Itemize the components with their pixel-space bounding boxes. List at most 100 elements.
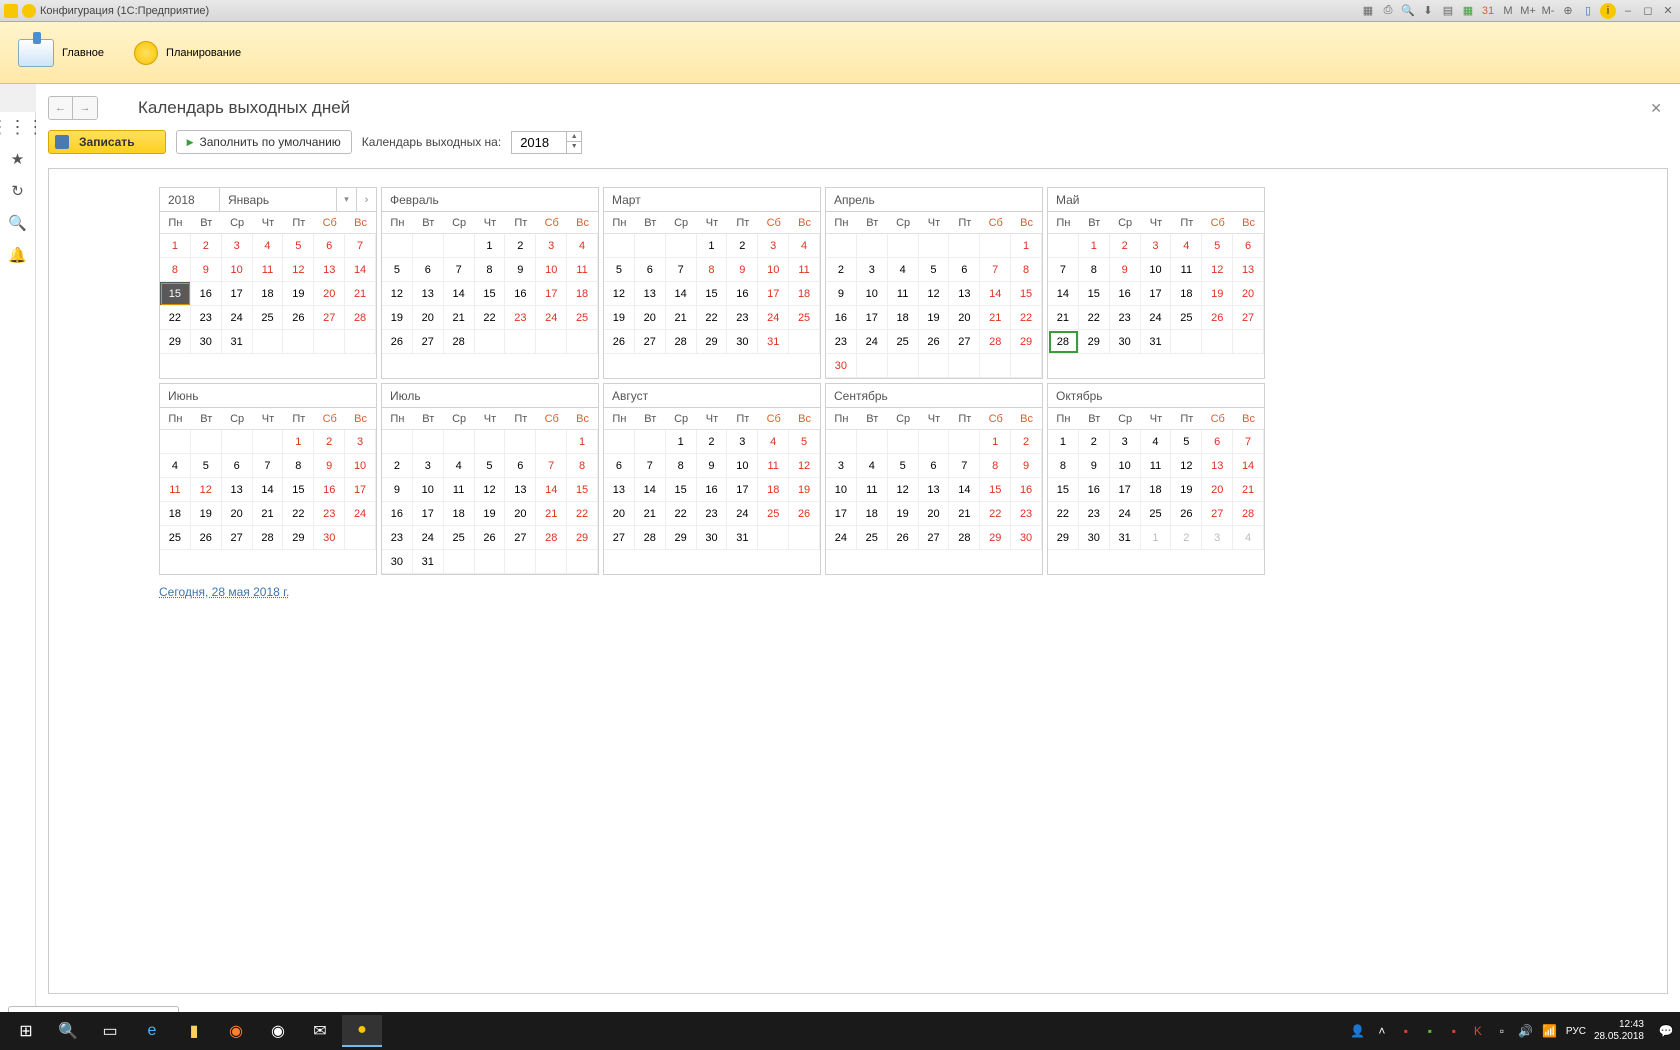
day-cell[interactable]: 16 <box>314 478 345 502</box>
volume-icon[interactable]: 🔊 <box>1518 1023 1534 1039</box>
tray-app3-icon[interactable]: ▪ <box>1446 1023 1462 1039</box>
day-cell[interactable]: 25 <box>789 306 820 330</box>
day-cell[interactable]: 18 <box>857 502 888 526</box>
day-cell[interactable] <box>666 234 697 258</box>
day-cell[interactable]: 30 <box>1011 526 1042 550</box>
day-cell[interactable]: 13 <box>1202 454 1233 478</box>
day-cell[interactable]: 9 <box>727 258 758 282</box>
day-cell[interactable]: 11 <box>789 258 820 282</box>
day-cell[interactable]: 10 <box>345 454 376 478</box>
day-cell[interactable]: 16 <box>1110 282 1141 306</box>
day-cell[interactable]: 30 <box>697 526 728 550</box>
day-cell[interactable] <box>160 430 191 454</box>
day-cell[interactable] <box>919 234 950 258</box>
day-cell[interactable]: 14 <box>666 282 697 306</box>
day-cell[interactable]: 14 <box>253 478 284 502</box>
1c-taskbar-icon[interactable]: ● <box>342 1015 382 1047</box>
day-cell[interactable]: 21 <box>444 306 475 330</box>
day-cell[interactable]: 14 <box>1233 454 1264 478</box>
day-cell[interactable]: 12 <box>382 282 413 306</box>
day-cell[interactable] <box>253 330 284 354</box>
day-cell[interactable]: 1 <box>666 430 697 454</box>
search-icon[interactable]: 🔍 <box>9 214 27 232</box>
day-cell[interactable]: 20 <box>505 502 536 526</box>
day-cell[interactable]: 12 <box>191 478 222 502</box>
back-button[interactable]: ← <box>49 97 73 119</box>
day-cell[interactable]: 22 <box>1011 306 1042 330</box>
day-cell[interactable]: 17 <box>826 502 857 526</box>
day-cell[interactable]: 21 <box>253 502 284 526</box>
day-cell[interactable] <box>345 330 376 354</box>
day-cell[interactable]: 12 <box>1202 258 1233 282</box>
day-cell[interactable]: 1 <box>980 430 1011 454</box>
day-cell[interactable]: 3 <box>1110 430 1141 454</box>
maximize-icon[interactable]: ◻ <box>1640 3 1656 19</box>
panel-icon[interactable]: ▯ <box>1580 3 1596 19</box>
day-cell[interactable]: 6 <box>505 454 536 478</box>
day-cell[interactable]: 26 <box>475 526 506 550</box>
day-cell[interactable]: 3 <box>857 258 888 282</box>
day-cell[interactable]: 24 <box>345 502 376 526</box>
minimize-icon[interactable]: – <box>1620 3 1636 19</box>
day-cell[interactable] <box>1202 330 1233 354</box>
day-cell[interactable]: 31 <box>1110 526 1141 550</box>
day-cell[interactable]: 31 <box>222 330 253 354</box>
day-cell[interactable]: 19 <box>888 502 919 526</box>
day-cell[interactable]: 28 <box>1048 330 1079 354</box>
day-cell[interactable]: 6 <box>949 258 980 282</box>
day-cell[interactable]: 13 <box>949 282 980 306</box>
day-cell[interactable]: 18 <box>758 478 789 502</box>
app-dropdown-icon[interactable] <box>22 4 36 18</box>
day-cell[interactable]: 15 <box>1011 282 1042 306</box>
close-page-icon[interactable]: ✕ <box>1644 100 1668 117</box>
day-cell[interactable]: 26 <box>283 306 314 330</box>
day-cell[interactable]: 6 <box>222 454 253 478</box>
zoom-icon[interactable]: ⊕ <box>1560 3 1576 19</box>
day-cell[interactable]: 27 <box>1202 502 1233 526</box>
day-cell[interactable]: 17 <box>758 282 789 306</box>
edge-icon[interactable]: e <box>132 1015 172 1047</box>
day-cell[interactable] <box>536 430 567 454</box>
day-cell[interactable] <box>567 550 598 574</box>
day-cell[interactable]: 11 <box>1141 454 1172 478</box>
day-cell[interactable]: 26 <box>1202 306 1233 330</box>
day-cell[interactable]: 4 <box>1141 430 1172 454</box>
day-cell[interactable]: 26 <box>919 330 950 354</box>
day-cell[interactable]: 21 <box>1233 478 1264 502</box>
day-cell[interactable] <box>919 354 950 378</box>
day-cell[interactable]: 27 <box>1233 306 1264 330</box>
year-input[interactable] <box>511 131 567 154</box>
day-cell[interactable] <box>949 354 980 378</box>
day-cell[interactable]: 27 <box>949 330 980 354</box>
day-cell[interactable]: 9 <box>1110 258 1141 282</box>
people-icon[interactable]: 👤 <box>1350 1023 1366 1039</box>
mail-icon[interactable]: ✉ <box>300 1015 340 1047</box>
star-icon[interactable]: ★ <box>9 150 27 168</box>
calendar-tb-icon[interactable]: 31 <box>1480 3 1496 19</box>
day-cell[interactable]: 17 <box>1110 478 1141 502</box>
day-cell[interactable]: 20 <box>949 306 980 330</box>
day-cell[interactable]: 3 <box>413 454 444 478</box>
year-down-icon[interactable]: ▼ <box>567 142 581 152</box>
day-cell[interactable]: 28 <box>635 526 666 550</box>
day-cell[interactable]: 18 <box>567 282 598 306</box>
day-cell[interactable]: 30 <box>191 330 222 354</box>
day-cell[interactable]: 31 <box>413 550 444 574</box>
day-cell[interactable]: 4 <box>789 234 820 258</box>
day-cell[interactable]: 1 <box>567 430 598 454</box>
day-cell[interactable]: 6 <box>1233 234 1264 258</box>
day-cell[interactable]: 14 <box>635 478 666 502</box>
day-cell[interactable]: 2 <box>1011 430 1042 454</box>
day-cell[interactable] <box>888 430 919 454</box>
day-cell[interactable]: 31 <box>1141 330 1172 354</box>
day-cell[interactable]: 2 <box>314 430 345 454</box>
day-cell[interactable]: 29 <box>1011 330 1042 354</box>
year-cell[interactable]: 2018 <box>160 188 220 211</box>
day-cell[interactable]: 16 <box>727 282 758 306</box>
day-cell[interactable]: 16 <box>826 306 857 330</box>
start-button[interactable]: ⊞ <box>6 1015 46 1047</box>
day-cell[interactable]: 1 <box>697 234 728 258</box>
day-cell[interactable] <box>789 330 820 354</box>
day-cell[interactable]: 16 <box>382 502 413 526</box>
day-cell[interactable]: 7 <box>666 258 697 282</box>
